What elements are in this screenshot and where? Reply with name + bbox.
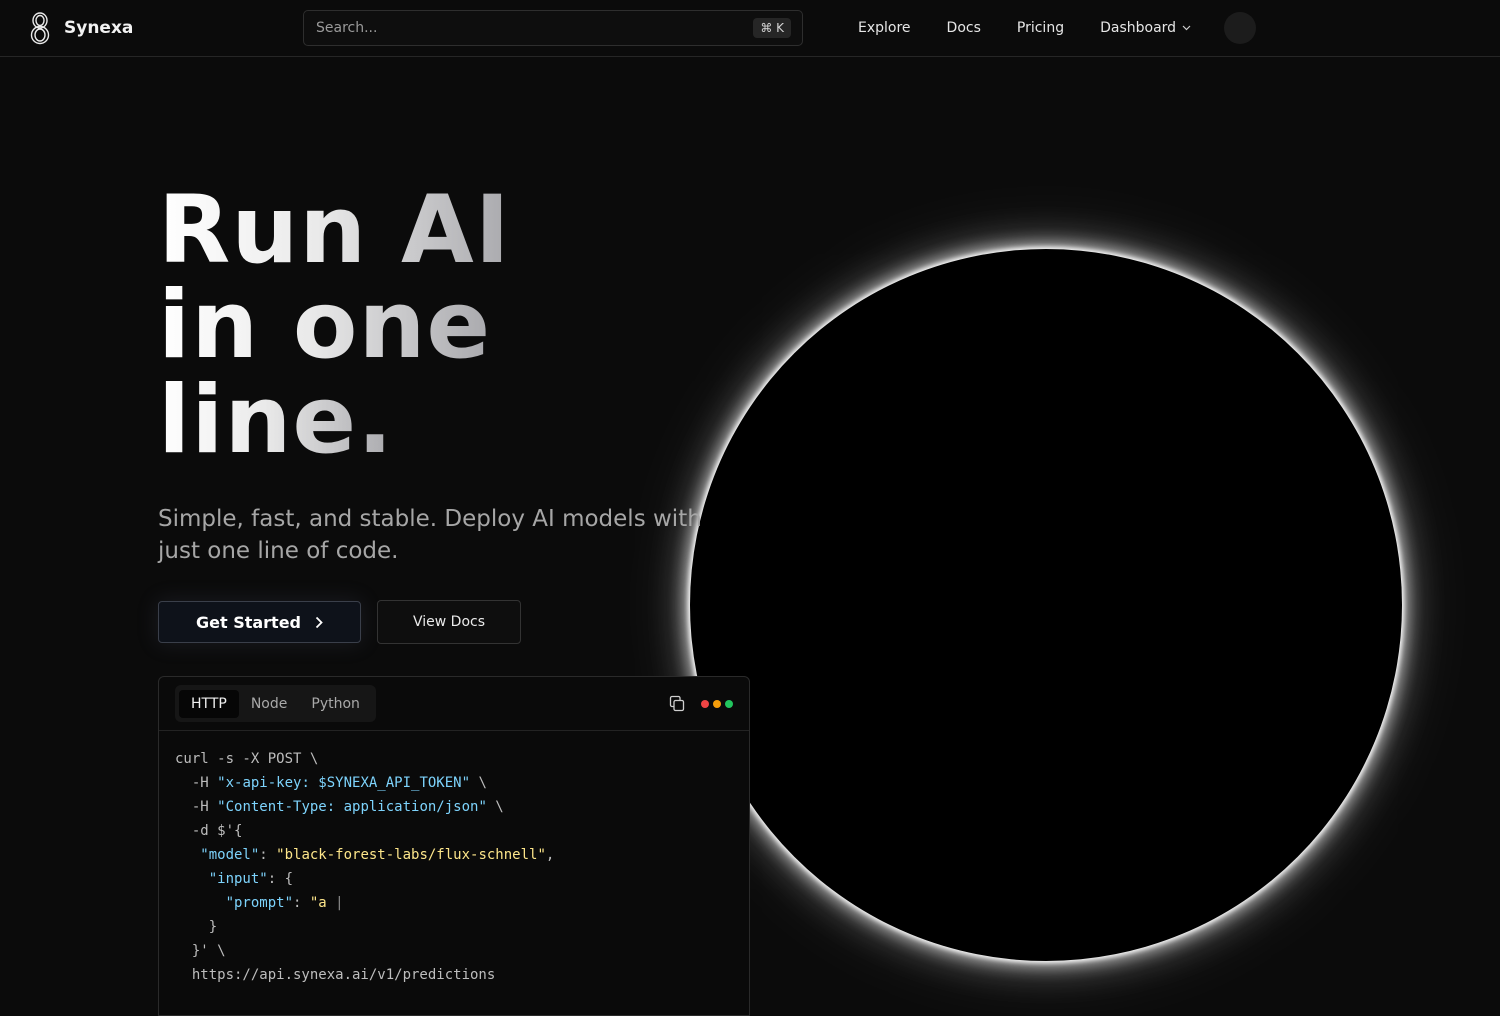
yellow-dot-icon (713, 700, 721, 708)
language-tabs: HTTP Node Python (175, 685, 376, 722)
search-shortcut-badge: ⌘ K (753, 18, 791, 38)
red-dot-icon (701, 700, 709, 708)
top-nav-bar: Synexa ⌘ K Explore Docs Pricing Dashboar… (0, 0, 1500, 57)
hero-subtitle: Simple, fast, and stable. Deploy AI mode… (158, 506, 702, 564)
chevron-right-icon (315, 616, 323, 628)
chevron-down-icon (1182, 25, 1191, 31)
nav-dashboard-label: Dashboard (1100, 20, 1177, 36)
main-nav: Explore Docs Pricing Dashboard (858, 0, 1191, 56)
code-line-7: "prompt": "a | (175, 895, 344, 911)
window-control-dots (701, 700, 733, 708)
text-cursor: | (335, 895, 344, 911)
eclipse-illustration (690, 249, 1402, 961)
code-line-5: "model": "black-forest-labs/flux-schnell… (175, 847, 555, 863)
code-block: curl -s -X POST \ -H "x-api-key: $SYNEXA… (159, 731, 749, 987)
tab-http[interactable]: HTTP (179, 689, 239, 718)
tab-node[interactable]: Node (239, 690, 300, 718)
code-line-1: curl -s -X POST \ (175, 751, 319, 767)
code-line-10: https://api.synexa.ai/v1/predictions (175, 967, 496, 983)
nav-explore-link[interactable]: Explore (858, 20, 911, 36)
green-dot-icon (725, 700, 733, 708)
nav-docs-link[interactable]: Docs (947, 20, 981, 36)
brand-name: Synexa (64, 18, 134, 38)
code-line-2: -H "x-api-key: $SYNEXA_API_TOKEN" \ (175, 775, 487, 791)
get-started-button[interactable]: Get Started (158, 601, 361, 643)
brand-home-link[interactable]: Synexa (28, 11, 133, 45)
code-line-6: "input": { (175, 871, 294, 887)
get-started-label: Get Started (195, 612, 301, 632)
nav-dashboard-dropdown[interactable]: Dashboard (1100, 20, 1191, 36)
code-line-9: }' \ (175, 943, 226, 959)
hero-title-line-2: in one (158, 271, 492, 380)
code-example-panel: HTTP Node Python curl -s -X POST \ -H "x… (158, 676, 750, 1016)
search-box[interactable]: ⌘ K (303, 10, 803, 46)
hero-title-line-1: Run AI (158, 176, 511, 285)
code-line-4: -d $'{ (175, 823, 243, 839)
code-line-3: -H "Content-Type: application/json" \ (175, 799, 504, 815)
infinity-8-logo-icon (30, 12, 50, 45)
hero-title-line-3: line. (158, 366, 394, 475)
copy-icon[interactable] (669, 695, 685, 712)
code-line-8: } (175, 919, 218, 935)
nav-pricing-link[interactable]: Pricing (1017, 20, 1064, 36)
view-docs-button[interactable]: View Docs (377, 600, 521, 644)
code-panel-header: HTTP Node Python (159, 677, 749, 731)
search-input[interactable] (316, 20, 754, 36)
hero-title: Run AI in one line. (158, 183, 511, 468)
tab-python[interactable]: Python (299, 690, 372, 718)
user-avatar[interactable] (1224, 12, 1256, 44)
